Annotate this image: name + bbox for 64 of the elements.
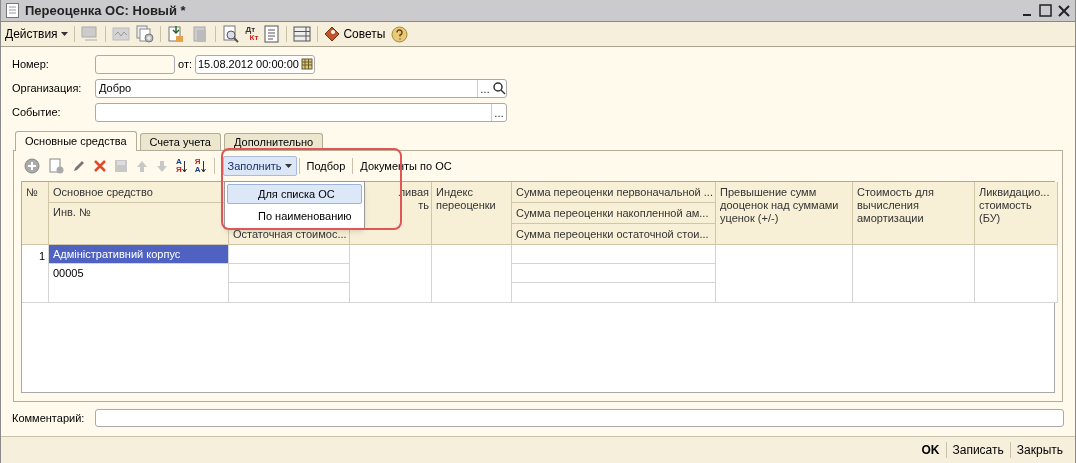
tab[interactable]: Основные средства xyxy=(15,131,137,151)
calendar-icon[interactable] xyxy=(300,58,313,70)
footer-button[interactable]: Закрыть xyxy=(1014,441,1065,459)
list-document-icon[interactable] xyxy=(264,25,281,43)
caret-icon xyxy=(284,164,292,168)
comment-field[interactable] xyxy=(95,409,1064,427)
table-cell: Адміністративний корпус xyxy=(49,245,228,264)
column-header: Сумма переоценки накопленной ам... xyxy=(512,203,716,224)
window-title: Переоценка ОС: Новый * xyxy=(25,1,186,20)
organization-field[interactable]: Добро … xyxy=(95,78,507,98)
number-field[interactable] xyxy=(95,54,175,74)
table-cell-text: 00005 xyxy=(52,266,85,282)
field-label: Комментарий: xyxy=(12,410,86,426)
field-label: Организация: xyxy=(12,80,83,96)
column-header: № xyxy=(26,186,39,199)
column-header: Ликвидацио... xyxy=(979,186,1051,199)
column-header: Стоимость для xyxy=(857,186,935,199)
caret-icon xyxy=(60,32,68,36)
tips-button[interactable]: Советы xyxy=(324,25,386,43)
field-label: Номер: xyxy=(12,56,50,72)
wave-icon[interactable] xyxy=(111,26,130,42)
toolbar-button[interactable]: Заполнить xyxy=(222,156,297,176)
field-label: Событие: xyxy=(12,104,62,120)
column-header: уценок (+/-) xyxy=(720,212,780,225)
column-header: вычисления xyxy=(857,199,920,212)
copy-plus-icon[interactable] xyxy=(135,25,154,43)
column-header: Инв. № xyxy=(49,203,229,245)
date-field[interactable]: 15.08.2012 00:00:00 xyxy=(195,54,315,74)
add-icon[interactable] xyxy=(24,158,40,174)
column-header: Превышение сумм xyxy=(720,186,818,199)
delete-icon[interactable] xyxy=(94,160,106,172)
book-icon xyxy=(324,26,341,42)
select-button[interactable]: … xyxy=(491,103,506,121)
close-icon[interactable] xyxy=(1058,4,1070,17)
copy-plus-icon[interactable] xyxy=(48,158,64,174)
debit-credit-icon[interactable]: Дт Кт xyxy=(245,26,259,42)
help-icon[interactable] xyxy=(391,25,409,43)
document-arrow-icon[interactable] xyxy=(166,25,185,43)
maximize-icon[interactable] xyxy=(1039,4,1052,17)
row-number: 1 xyxy=(22,245,49,303)
column-header: Сумма переоценки остаточной стои... xyxy=(512,224,716,245)
list-icon[interactable] xyxy=(293,26,312,42)
event-field[interactable]: … xyxy=(95,102,507,122)
preview-icon[interactable] xyxy=(221,25,240,43)
actions-menu-button[interactable]: Действия xyxy=(5,25,68,43)
footer-button[interactable]: Записать xyxy=(950,441,1006,459)
select-button[interactable]: … xyxy=(477,79,492,97)
column-header: стоимость xyxy=(979,199,1033,212)
field-label: от: xyxy=(177,56,193,72)
column-header: ть xyxy=(418,199,429,212)
pencil-icon[interactable] xyxy=(72,159,86,173)
search-icon[interactable] xyxy=(492,81,506,95)
column-header: переоценки xyxy=(436,199,497,212)
column-header: Сумма переоценки первоначальной ... xyxy=(512,182,716,203)
tab[interactable]: Счета учета xyxy=(139,133,221,150)
column-header: амортизации xyxy=(857,212,925,225)
menu-item[interactable]: По наименованию xyxy=(227,206,362,226)
column-header: дооценок над суммами xyxy=(720,199,840,212)
column-header: Индекс xyxy=(436,186,474,199)
menu-item[interactable]: Для списка ОС xyxy=(227,184,362,204)
footer-button[interactable]: OK xyxy=(919,441,942,459)
column-header: (БУ) xyxy=(979,212,1002,225)
toolbar-button[interactable]: Подбор xyxy=(301,156,351,176)
document-icon xyxy=(6,3,19,18)
